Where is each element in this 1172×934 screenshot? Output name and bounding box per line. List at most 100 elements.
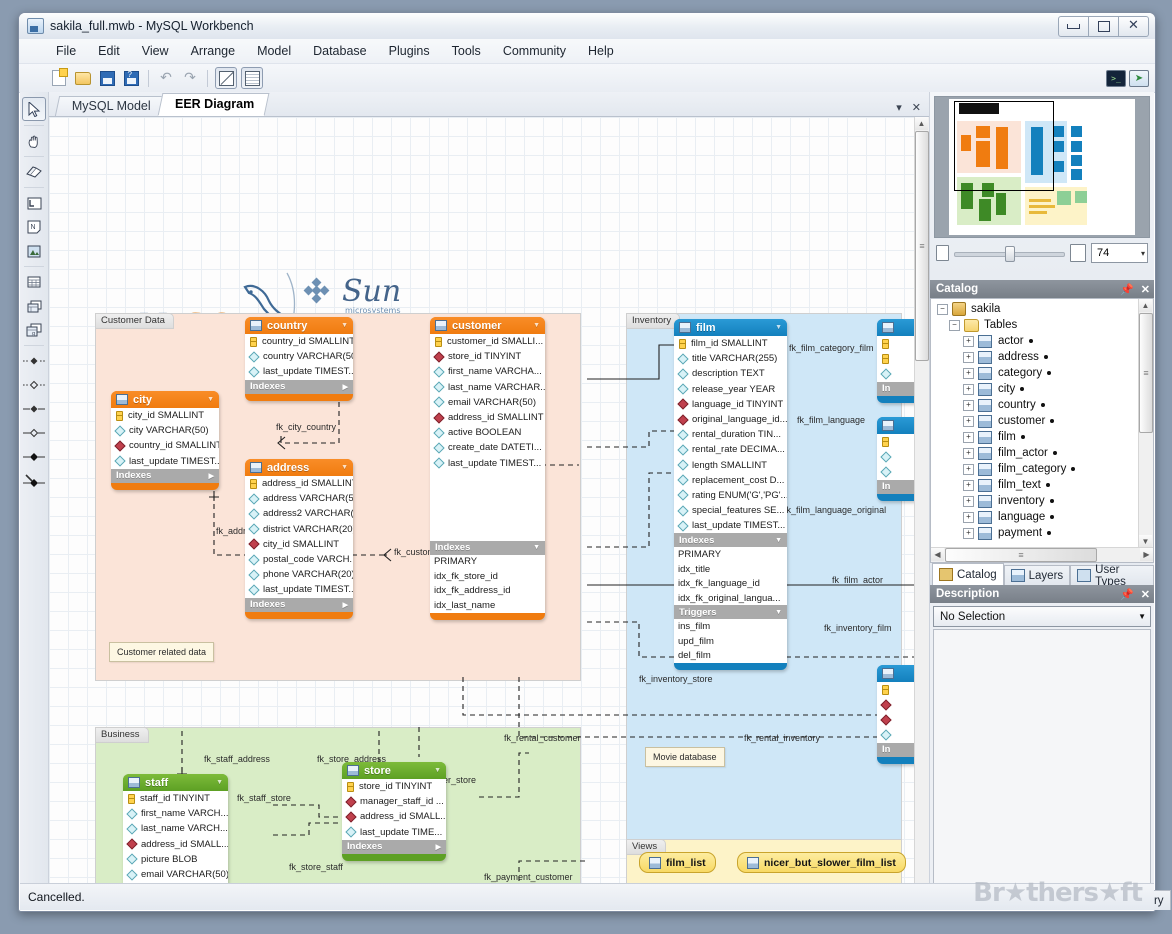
table-column[interactable] xyxy=(877,449,915,464)
zoom-slider-knob[interactable] xyxy=(1005,246,1015,262)
relation-pick-icon[interactable] xyxy=(23,470,45,492)
chevron-down-icon[interactable]: ▾ xyxy=(1141,249,1145,258)
table-column[interactable]: phone VARCHAR(20) xyxy=(245,567,353,582)
table-header-film[interactable]: film ▼ xyxy=(674,319,787,336)
table-column[interactable]: active BOOLEAN xyxy=(430,425,545,440)
toggle-grid-icon[interactable] xyxy=(241,67,263,89)
pointer-icon[interactable] xyxy=(22,97,46,121)
table-header-customer[interactable]: customer ▼ xyxy=(430,317,545,334)
tree-node-customer[interactable]: +customer xyxy=(931,413,1139,429)
table-column[interactable] xyxy=(877,434,915,449)
indexes-section-header[interactable]: Indexes▶ xyxy=(342,840,446,854)
indexes-section-header[interactable]: Indexes▶ xyxy=(245,380,353,394)
zoom-large-icon[interactable] xyxy=(1070,244,1086,262)
table-column[interactable]: replacement_cost D... xyxy=(674,473,787,488)
minimize-button[interactable] xyxy=(1058,16,1089,37)
table-column[interactable]: country_id SMALLINT xyxy=(111,438,219,453)
catalog-horizontal-scrollbar[interactable]: ◀ ≡ ▶ xyxy=(931,547,1153,562)
navigator-thumbnail[interactable] xyxy=(934,96,1150,238)
table-column[interactable]: store_id TINYINT xyxy=(342,779,446,794)
expand-icon[interactable]: + xyxy=(963,336,974,347)
relation-11-ident-icon[interactable] xyxy=(23,422,45,444)
table-column[interactable]: city_id SMALLINT xyxy=(245,537,353,552)
toggle-grid-off-icon[interactable] xyxy=(215,67,237,89)
chevron-down-icon[interactable]: ▼ xyxy=(216,779,223,786)
indexes-section-header[interactable]: Indexes▼ xyxy=(674,533,787,547)
expand-icon[interactable]: + xyxy=(963,480,974,491)
table-column[interactable]: email VARCHAR(50) xyxy=(430,395,545,410)
expand-icon[interactable]: + xyxy=(963,384,974,395)
expand-icon[interactable]: + xyxy=(963,400,974,411)
table-column[interactable]: country_id SMALLINT xyxy=(245,334,353,349)
table-column[interactable]: special_features SE... xyxy=(674,503,787,518)
table-column[interactable]: district VARCHAR(20) xyxy=(245,522,353,537)
tree-node-film[interactable]: +film xyxy=(931,429,1139,445)
table-node-customer[interactable]: customer ▼ customer_id SMALLI... store_i… xyxy=(430,317,545,620)
tree-node-language[interactable]: +language xyxy=(931,509,1139,525)
note-customer-related-data[interactable]: Customer related data xyxy=(109,642,214,662)
table-header-city[interactable]: city ▼ xyxy=(111,391,219,408)
table-header-address[interactable]: address ▼ xyxy=(245,459,353,476)
indexes-section-header[interactable]: In xyxy=(877,743,915,757)
maximize-button[interactable] xyxy=(1089,16,1119,37)
tree-node-actor[interactable]: +actor xyxy=(931,333,1139,349)
index-item[interactable]: idx_title xyxy=(674,562,787,577)
table-column[interactable] xyxy=(877,682,915,697)
chevron-down-icon[interactable]: ▼ xyxy=(775,609,782,616)
tab-eer-diagram[interactable]: EER Diagram xyxy=(157,93,269,116)
table-column[interactable]: rental_duration TIN... xyxy=(674,427,787,442)
table-column[interactable]: last_update TIMEST... xyxy=(674,518,787,533)
table-column[interactable]: last_name VARCH... xyxy=(123,821,228,836)
catalog-vertical-scrollbar[interactable]: ▲ ≡ ▼ xyxy=(1138,299,1153,548)
zoom-slider[interactable] xyxy=(954,246,1065,260)
table-column[interactable]: last_update TIMEST... xyxy=(245,364,353,379)
chevron-down-icon[interactable]: ▼ xyxy=(533,322,540,329)
expand-icon[interactable]: + xyxy=(963,464,974,475)
table-column[interactable]: rating ENUM('G','PG'... xyxy=(674,488,787,503)
chevron-down-icon[interactable]: ▼ xyxy=(533,544,540,551)
tab-user-types[interactable]: User Types xyxy=(1070,565,1154,585)
expand-icon[interactable]: + xyxy=(963,496,974,507)
tree-node-payment[interactable]: +payment xyxy=(931,525,1139,541)
table-column[interactable]: language_id TINYINT xyxy=(674,397,787,412)
expand-icon[interactable]: + xyxy=(963,512,974,523)
relation-1n-nonident-icon[interactable] xyxy=(23,350,45,372)
table-column[interactable]: original_language_id... xyxy=(674,412,787,427)
catalog-vscroll-thumb[interactable]: ≡ xyxy=(1139,313,1153,433)
redo-icon[interactable]: ↷ xyxy=(180,68,200,88)
export-icon[interactable]: ➤ xyxy=(1129,70,1149,87)
catalog-hscroll-thumb[interactable]: ≡ xyxy=(945,548,1097,562)
tree-node-category[interactable]: +category xyxy=(931,365,1139,381)
view-icon[interactable] xyxy=(23,295,45,317)
new-document-icon[interactable] xyxy=(49,68,69,88)
table-column[interactable]: last_update TIMEST... xyxy=(111,454,219,469)
table-node-store[interactable]: store ▼ store_id TINYINT manager_staff_i… xyxy=(342,762,446,861)
table-column[interactable]: rental_rate DECIMA... xyxy=(674,442,787,457)
tree-node-country[interactable]: +country xyxy=(931,397,1139,413)
scroll-right-arrow[interactable]: ▶ xyxy=(1140,548,1153,561)
expand-icon[interactable]: + xyxy=(963,416,974,427)
scroll-left-arrow[interactable]: ◀ xyxy=(931,548,944,561)
menu-plugins[interactable]: Plugins xyxy=(378,41,441,61)
table-node-inventory-partial[interactable]: In xyxy=(877,665,915,764)
menu-tools[interactable]: Tools xyxy=(441,41,492,61)
table-column[interactable]: first_name VARCH... xyxy=(123,806,228,821)
note-icon[interactable]: N xyxy=(23,216,45,238)
table-column[interactable]: address_id SMALLINT xyxy=(245,476,353,491)
indexes-section-header[interactable]: Indexes▼ xyxy=(430,541,545,555)
table-column[interactable]: customer_id SMALLI... xyxy=(430,334,545,349)
table-column[interactable]: last_update TIMEST... xyxy=(245,582,353,597)
tab-menu-icon[interactable]: ▾ xyxy=(896,101,902,114)
table-column[interactable] xyxy=(877,464,915,479)
zoom-level-combo[interactable]: 74 ▾ xyxy=(1091,243,1148,263)
table-column[interactable]: country VARCHAR(50) xyxy=(245,349,353,364)
trigger-item[interactable]: ins_film xyxy=(674,619,787,634)
routine-group-icon[interactable]: g xyxy=(23,319,45,341)
index-item[interactable]: idx_fk_address_id xyxy=(430,584,545,599)
table-column[interactable]: film_id SMALLINT xyxy=(674,336,787,351)
table-column[interactable]: city_id SMALLINT xyxy=(111,408,219,423)
chevron-right-icon[interactable]: ▶ xyxy=(343,601,348,609)
layer-icon[interactable] xyxy=(23,192,45,214)
table-column[interactable]: email VARCHAR(50) xyxy=(123,867,228,882)
eer-diagram-canvas[interactable]: My SQL Sun mi xyxy=(49,117,915,896)
